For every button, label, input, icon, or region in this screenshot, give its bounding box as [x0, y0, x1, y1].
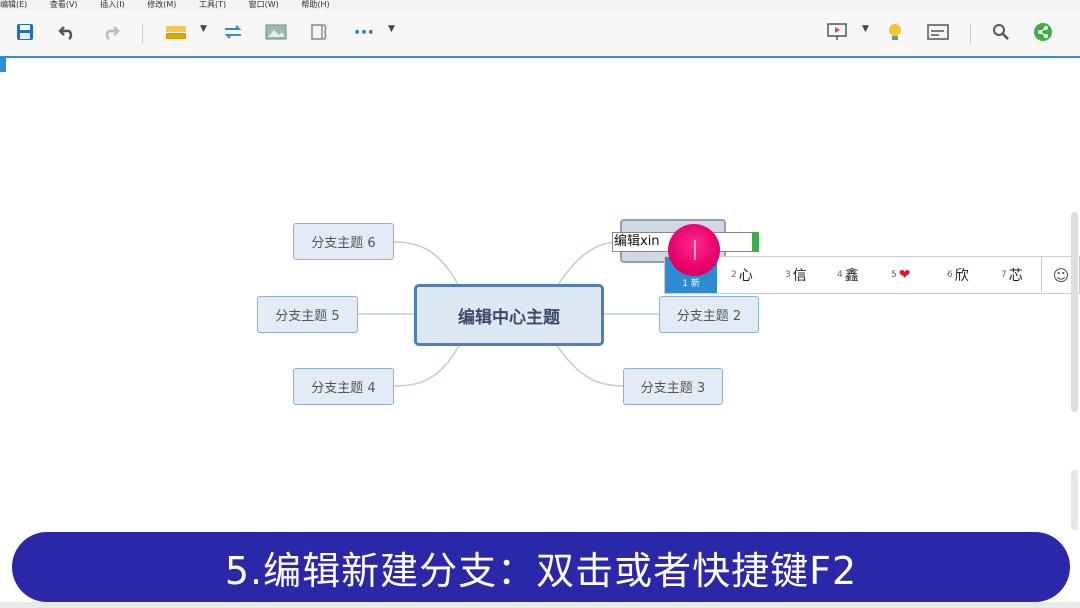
status-bar	[0, 602, 1080, 608]
ime-candidate-4[interactable]: 4鑫	[837, 257, 859, 293]
edit-box-handle	[752, 232, 759, 252]
ime-candidate-bar: 1 新 2心 3信 4鑫 5 ❤ 6欣 7芯 ☺	[664, 256, 1080, 294]
branch-topic-5[interactable]: 分支主题 5	[257, 296, 358, 333]
vertical-scrollbar[interactable]	[1071, 212, 1078, 412]
ime-candidate-3[interactable]: 3信	[785, 257, 807, 293]
vertical-scrollbar-lower[interactable]	[1071, 470, 1078, 530]
tutorial-caption: 5.编辑新建分支：双击或者快捷键F2	[12, 532, 1070, 602]
central-topic[interactable]: 编辑中心主题	[414, 284, 604, 346]
branch-topic-2[interactable]: 分支主题 2	[659, 296, 759, 333]
cursor-highlight	[668, 224, 720, 276]
ime-candidate-6[interactable]: 6欣	[947, 257, 969, 293]
heart-icon: ❤	[898, 267, 911, 283]
ime-candidate-7[interactable]: 7芯	[1001, 257, 1023, 293]
branch-topic-3[interactable]: 分支主题 3	[623, 368, 723, 405]
ime-candidate-5[interactable]: 5 ❤	[891, 257, 910, 293]
ime-candidate-2[interactable]: 2心	[731, 257, 753, 293]
branch-topic-4[interactable]: 分支主题 4	[293, 368, 394, 405]
branch-topic-6[interactable]: 分支主题 6	[293, 223, 394, 260]
